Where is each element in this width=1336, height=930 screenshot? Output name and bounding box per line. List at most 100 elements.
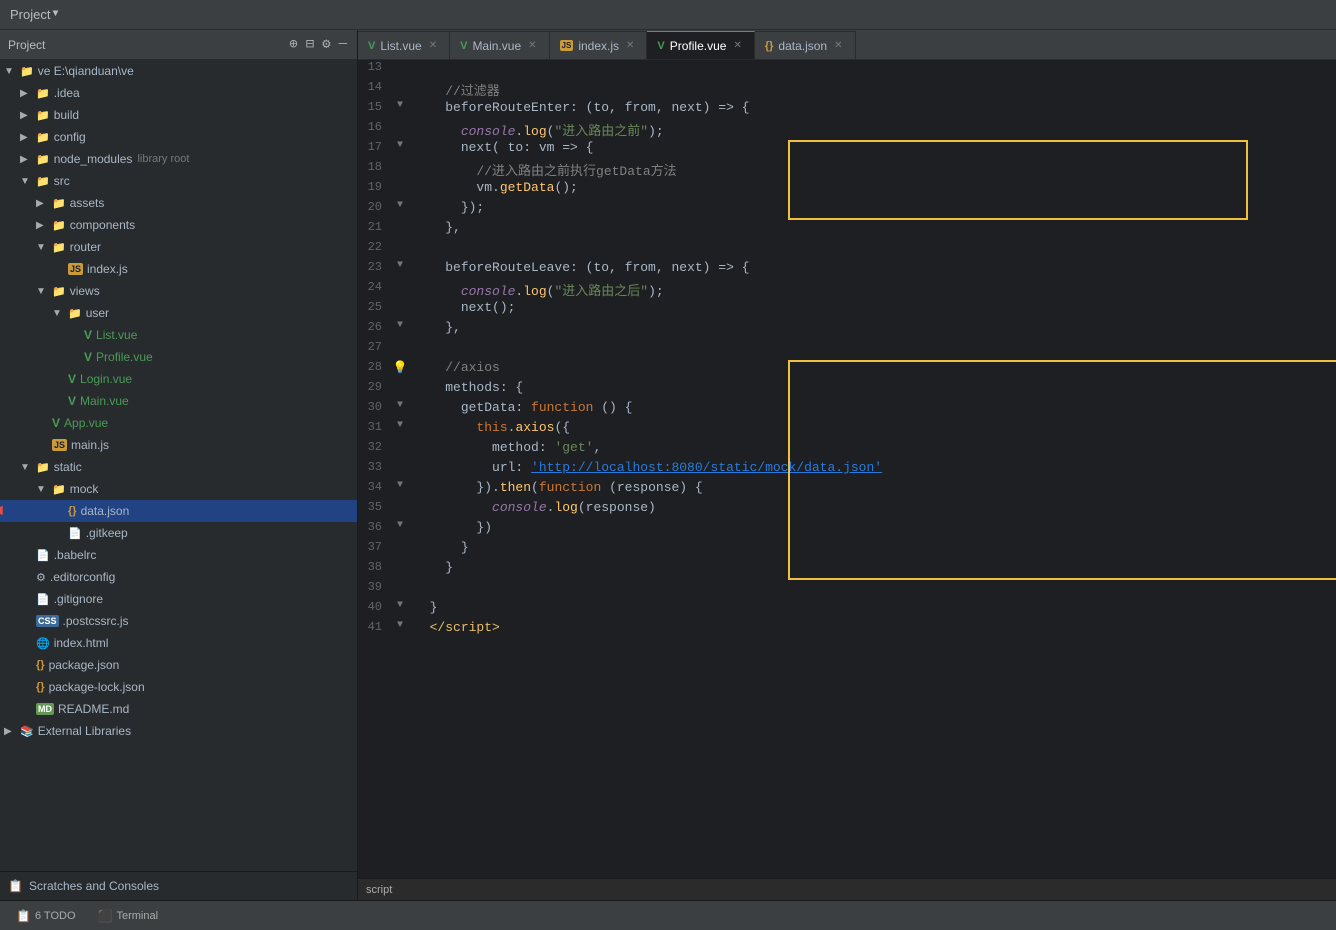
arrow-icon: ▶ — [36, 220, 52, 231]
code-line: 35 console.log(response) — [358, 500, 1336, 520]
tab-close-icon[interactable]: ✕ — [526, 39, 538, 52]
code-line: 22 — [358, 240, 1336, 260]
tab-icon: V — [460, 40, 467, 52]
scratches-label: Scratches and Consoles — [29, 879, 159, 893]
code-line: 37 } — [358, 540, 1336, 560]
code-line: 30 ▼ getData: function () { — [358, 400, 1336, 420]
tree-item-gitignore[interactable]: ▶ 📄 .gitignore — [0, 588, 357, 610]
tree-item-main-js[interactable]: ▶ JS main.js — [0, 434, 357, 456]
todo-tab[interactable]: 📋 6 TODO — [8, 906, 84, 926]
scratches-and-consoles[interactable]: 📋 Scratches and Consoles — [0, 872, 357, 900]
tree-item-src[interactable]: ▼ 📁 src — [0, 170, 357, 192]
tree-item-build[interactable]: ▶ 📁 build — [0, 104, 357, 126]
code-line: 41 ▼ </script> — [358, 620, 1336, 640]
code-line: 23 ▼ beforeRouteLeave: (to, from, next) … — [358, 260, 1336, 280]
code-line: 20 ▼ }); — [358, 200, 1336, 220]
tree-item-index-html[interactable]: ▶ 🌐 index.html — [0, 632, 357, 654]
tab-label: List.vue — [380, 39, 421, 53]
arrow-icon: ▼ — [20, 462, 36, 473]
arrow-icon: ▶ — [20, 132, 36, 143]
tree-item-node-modules[interactable]: ▶ 📁 node_modules library root — [0, 148, 357, 170]
red-arrow-indicator: ◄ — [0, 502, 6, 520]
code-line: 28 💡 //axios — [358, 360, 1336, 380]
tab-label: Main.vue — [472, 39, 521, 53]
code-line: 25 next(); — [358, 300, 1336, 320]
tab-main-vue[interactable]: V Main.vue ✕ — [450, 31, 549, 59]
tree-item-login-vue[interactable]: ▶ V Login.vue — [0, 368, 357, 390]
code-line: 24 console.log("进入路由之后"); — [358, 280, 1336, 300]
tree-item-config[interactable]: ▶ 📁 config — [0, 126, 357, 148]
tree-item-app-vue[interactable]: ▶ V App.vue — [0, 412, 357, 434]
tab-label: data.json — [778, 39, 827, 53]
code-line: 21 }, — [358, 220, 1336, 240]
tree-item-package-json[interactable]: ▶ {} package.json — [0, 654, 357, 676]
tree-item-postcssrc[interactable]: ▶ CSS .postcssrc.js — [0, 610, 357, 632]
terminal-icon: ⬛ — [98, 909, 113, 923]
project-title[interactable]: Project — [10, 7, 50, 22]
settings-icon[interactable]: ⚙ — [320, 34, 332, 55]
project-dropdown-icon[interactable]: ▼ — [52, 9, 58, 20]
sidebar-header: Project ⊕ ⊟ ⚙ — — [0, 30, 357, 60]
tab-close-icon[interactable]: ✕ — [624, 39, 636, 52]
code-scroll-area[interactable]: 13 14 //过滤器 15 ▼ beforeRout — [358, 60, 1336, 878]
terminal-tab[interactable]: ⬛ Terminal — [90, 906, 167, 926]
code-line: 39 — [358, 580, 1336, 600]
code-line: 13 — [358, 60, 1336, 80]
tree-item-data-json[interactable]: ▶ {} data.json ◄ — [0, 500, 357, 522]
tab-list-vue[interactable]: V List.vue ✕ — [358, 31, 450, 59]
code-line: 15 ▼ beforeRouteEnter: (to, from, next) … — [358, 100, 1336, 120]
code-line: 36 ▼ }) — [358, 520, 1336, 540]
tab-close-icon[interactable]: ✕ — [427, 39, 439, 52]
tree-item-views[interactable]: ▼ 📁 views — [0, 280, 357, 302]
tab-profile-vue[interactable]: V Profile.vue ✕ — [647, 31, 754, 59]
tree-item-list-vue[interactable]: ▶ V List.vue — [0, 324, 357, 346]
code-line: 27 — [358, 340, 1336, 360]
scratches-icon: 📋 — [8, 879, 23, 893]
arrow-icon: ▶ — [20, 88, 36, 99]
tree-item-readme[interactable]: ▶ MD README.md — [0, 698, 357, 720]
sidebar-tree: ▼ 📁 ve E:\qianduan\ve ▶ 📁 .idea ▶ 📁 buil… — [0, 60, 357, 871]
title-bar: Project ▼ — [0, 0, 1336, 30]
tree-item-router-index[interactable]: ▶ JS index.js — [0, 258, 357, 280]
tree-item-assets[interactable]: ▶ 📁 assets — [0, 192, 357, 214]
tree-item-static[interactable]: ▼ 📁 static — [0, 456, 357, 478]
tree-item-components[interactable]: ▶ 📁 components — [0, 214, 357, 236]
sidebar-header-title: Project — [8, 38, 45, 52]
tree-item-ve-root[interactable]: ▼ 📁 ve E:\qianduan\ve — [0, 60, 357, 82]
tree-item-package-lock[interactable]: ▶ {} package-lock.json — [0, 676, 357, 698]
tree-item-external-libraries[interactable]: ▶ 📚 External Libraries — [0, 720, 357, 742]
code-line: 32 method: 'get', — [358, 440, 1336, 460]
code-line: 18 //进入路由之前执行getData方法 — [358, 160, 1336, 180]
tab-close-icon[interactable]: ✕ — [731, 39, 743, 52]
tree-item-babelrc[interactable]: ▶ 📄 .babelrc — [0, 544, 357, 566]
code-line: 26 ▼ }, — [358, 320, 1336, 340]
tree-item-profile-vue[interactable]: ▶ V Profile.vue — [0, 346, 357, 368]
code-line: 14 //过滤器 — [358, 80, 1336, 100]
close-sidebar-icon[interactable]: — — [337, 34, 349, 55]
tab-icon: {} — [765, 40, 774, 52]
arrow-icon: ▼ — [52, 308, 68, 319]
arrow-icon: ▶ — [20, 154, 36, 165]
tree-item-mock[interactable]: ▼ 📁 mock — [0, 478, 357, 500]
collapse-icon[interactable]: ⊟ — [304, 34, 316, 55]
tree-item-router[interactable]: ▼ 📁 router — [0, 236, 357, 258]
tree-item-user[interactable]: ▼ 📁 user — [0, 302, 357, 324]
code-line: 16 console.log("进入路由之前"); — [358, 120, 1336, 140]
tab-data-json[interactable]: {} data.json ✕ — [755, 31, 856, 59]
tab-label: index.js — [578, 39, 619, 53]
tree-item-idea[interactable]: ▶ 📁 .idea — [0, 82, 357, 104]
add-icon[interactable]: ⊕ — [287, 34, 299, 55]
tab-index-js[interactable]: JS index.js ✕ — [550, 31, 648, 59]
tree-item-editorconfig[interactable]: ▶ ⚙ .editorconfig — [0, 566, 357, 588]
code-line: 17 ▼ next( to: vm => { — [358, 140, 1336, 160]
code-editor: 13 14 //过滤器 15 ▼ beforeRout — [358, 60, 1336, 900]
sidebar-footer: 📋 Scratches and Consoles — [0, 871, 357, 900]
arrow-icon: ▼ — [20, 176, 36, 187]
tree-item-main-vue[interactable]: ▶ V Main.vue — [0, 390, 357, 412]
arrow-icon: ▶ — [36, 198, 52, 209]
arrow-icon: ▼ — [4, 66, 20, 77]
tree-item-gitkeep[interactable]: ▶ 📄 .gitkeep — [0, 522, 357, 544]
arrow-icon: ▶ — [4, 726, 20, 737]
arrow-icon: ▼ — [36, 286, 52, 297]
tab-close-icon[interactable]: ✕ — [832, 39, 844, 52]
